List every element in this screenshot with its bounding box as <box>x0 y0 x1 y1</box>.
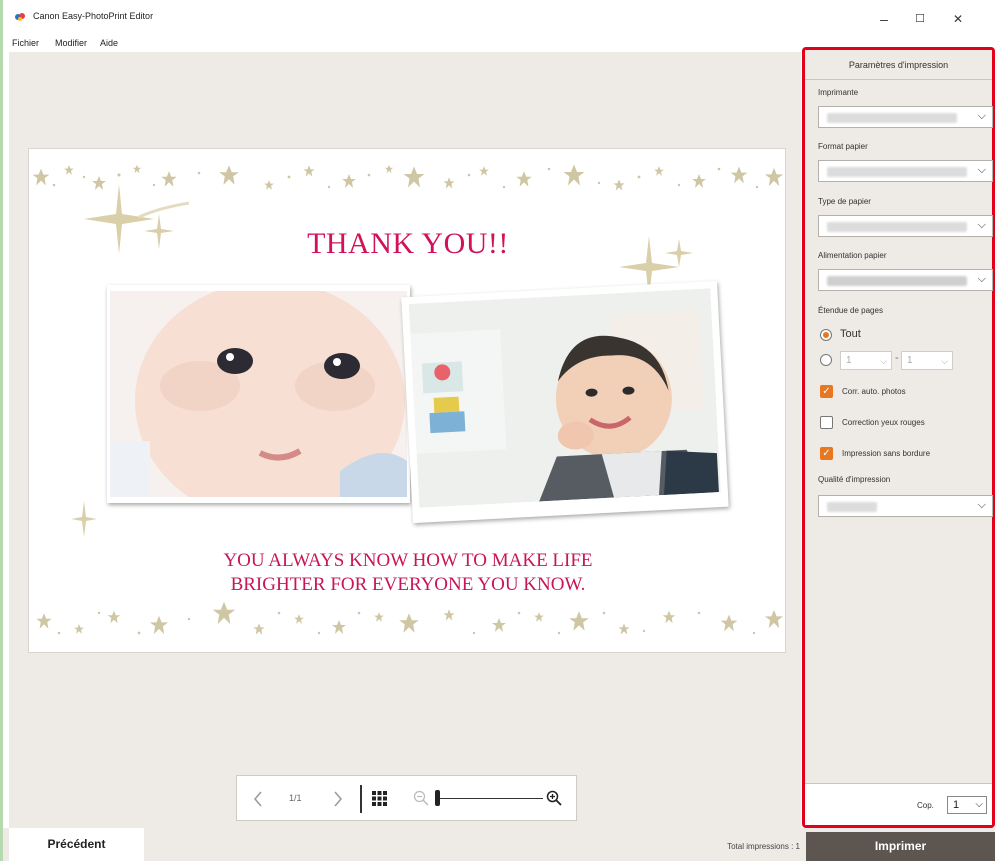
auto-correct-label: Corr. auto. photos <box>842 387 906 396</box>
chevron-down-icon: ⌵ <box>941 356 948 366</box>
zoom-in-icon[interactable] <box>546 790 562 806</box>
minimize-button[interactable]: – <box>873 8 895 30</box>
card-title: THANK YOU!! <box>307 227 509 260</box>
range-from-select[interactable]: 1 ⌵ <box>840 351 892 370</box>
redeye-checkbox[interactable] <box>820 416 833 429</box>
copies-select[interactable]: 1 ⌵ <box>947 796 987 814</box>
range-separator: - <box>895 352 899 364</box>
auto-correct-checkbox[interactable]: ✓ <box>820 385 833 398</box>
chevron-down-icon: ⌵ <box>880 356 887 366</box>
printer-select[interactable]: ⌵ <box>818 106 993 128</box>
borderless-label: Impression sans bordure <box>842 449 931 458</box>
paper-size-value-redacted <box>827 167 967 177</box>
paper-source-value-redacted <box>827 276 967 286</box>
print-button[interactable]: Imprimer <box>806 832 995 861</box>
photo-baby-smiling[interactable] <box>401 280 729 524</box>
photo-baby-closeup[interactable] <box>107 285 410 503</box>
chevron-down-icon: ⌵ <box>975 799 983 810</box>
card-message: YOU ALWAYS KNOW HOW TO MAKE LIFE BRIGHTE… <box>29 549 785 597</box>
star-border-bottom <box>36 601 784 635</box>
range-all-label: Tout <box>840 328 861 340</box>
toolbar-divider <box>360 785 362 813</box>
print-quality-label: Qualité d'impression <box>818 475 891 484</box>
printer-label: Imprimante <box>818 88 859 97</box>
chevron-right-icon[interactable] <box>333 791 343 807</box>
baby-closeup-image <box>110 291 407 497</box>
print-quality-select[interactable]: ⌵ <box>818 495 993 517</box>
borderless-checkbox[interactable]: ✓ <box>820 447 833 460</box>
grid-icon[interactable] <box>372 791 387 806</box>
copies-area: Cop. 1 ⌵ <box>805 783 992 825</box>
baby-smiling-image <box>408 288 721 508</box>
app-logo-icon <box>15 13 25 21</box>
app-title: Canon Easy-PhotoPrint Editor <box>33 11 154 21</box>
paper-type-select[interactable]: ⌵ <box>818 215 993 237</box>
range-custom-radio[interactable] <box>820 354 832 366</box>
total-prints-label: Total impressions : 1 <box>727 842 800 851</box>
card-message-line-1: YOU ALWAYS KNOW HOW TO MAKE LIFE <box>223 550 593 571</box>
range-to-select[interactable]: 1 ⌵ <box>901 351 953 370</box>
chevron-down-icon: ⌵ <box>977 110 986 122</box>
chevron-down-icon: ⌵ <box>977 273 986 285</box>
title-bar: Canon Easy-PhotoPrint Editor – ☐ ✕ <box>3 0 995 34</box>
previous-button[interactable]: Précédent <box>9 828 144 861</box>
print-quality-value-redacted <box>827 502 877 512</box>
close-button[interactable]: ✕ <box>947 8 969 30</box>
card-preview[interactable]: THANK YOU!! YOU ALWAYS KNOW HOW TO MAKE … <box>28 148 786 653</box>
range-all-radio[interactable] <box>820 329 832 341</box>
page-range-label: Étendue de pages <box>818 306 883 315</box>
zoom-out-icon[interactable] <box>413 790 429 806</box>
sparkle-decoration-small <box>71 501 97 537</box>
chevron-down-icon: ⌵ <box>977 499 986 511</box>
print-settings-panel: Paramètres d'impression Imprimante ⌵ For… <box>802 47 995 828</box>
paper-source-label: Alimentation papier <box>818 251 887 260</box>
paper-source-select[interactable]: ⌵ <box>818 269 993 291</box>
panel-header: Paramètres d'impression <box>805 50 992 80</box>
window-left-edge <box>0 0 3 861</box>
menu-modifier[interactable]: Modifier <box>55 38 87 48</box>
paper-size-label: Format papier <box>818 142 868 151</box>
copies-label: Cop. <box>917 801 934 810</box>
chevron-down-icon: ⌵ <box>977 219 986 231</box>
zoom-slider-handle[interactable] <box>435 790 440 806</box>
paper-type-label: Type de papier <box>818 197 871 206</box>
menu-aide[interactable]: Aide <box>100 38 118 48</box>
paper-type-value-redacted <box>827 222 967 232</box>
menu-fichier[interactable]: Fichier <box>12 38 39 48</box>
chevron-down-icon: ⌵ <box>977 164 986 176</box>
zoom-slider-track[interactable] <box>437 798 543 799</box>
page-indicator: 1/1 <box>289 793 302 803</box>
card-message-line-2: BRIGHTER FOR EVERYONE YOU KNOW. <box>230 574 586 595</box>
redeye-label: Correction yeux rouges <box>842 418 925 427</box>
paper-size-select[interactable]: ⌵ <box>818 160 993 182</box>
view-toolbar: 1/1 <box>236 775 577 821</box>
chevron-left-icon[interactable] <box>253 791 263 807</box>
maximize-button[interactable]: ☐ <box>909 8 931 30</box>
printer-value-redacted <box>827 113 957 123</box>
